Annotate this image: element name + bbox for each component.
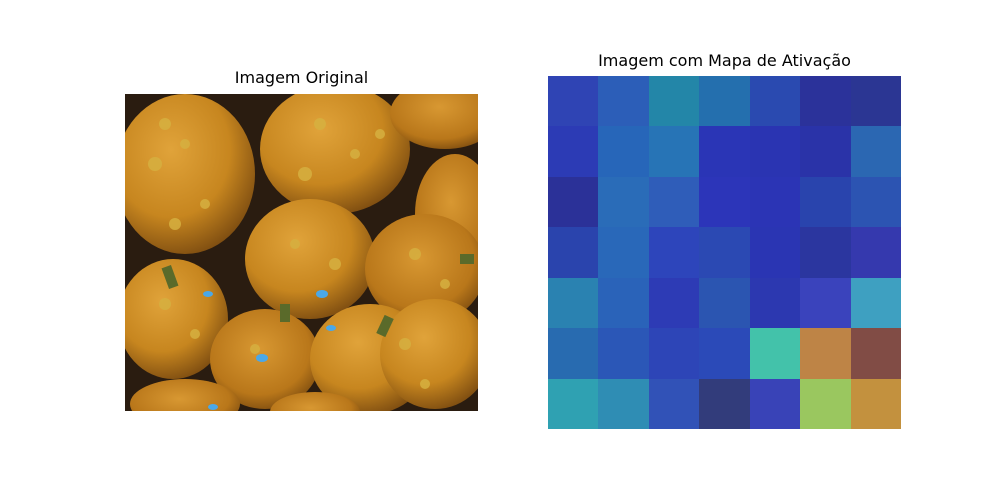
- heatmap-cell: [548, 126, 599, 177]
- heatmap-cell: [648, 328, 700, 379]
- heatmap-cell: [800, 126, 851, 177]
- heatmap-cell: [699, 378, 750, 429]
- heatmap-cell: [749, 378, 801, 429]
- heatmap-cell: [648, 378, 700, 429]
- heatmap-cell: [749, 76, 801, 127]
- heatmap-cell: [749, 328, 801, 379]
- heatmap-cell: [699, 328, 750, 379]
- heatmap-cell: [800, 76, 851, 127]
- heatmap-cell: [699, 126, 750, 177]
- heatmap-cell: [749, 126, 801, 177]
- heatmap-cell: [699, 227, 750, 278]
- heatmap-cell: [598, 126, 649, 177]
- heatmap-cell: [648, 76, 700, 127]
- heatmap-cell: [598, 378, 649, 429]
- heatmap-cell: [699, 176, 750, 228]
- heatmap-cell: [699, 76, 750, 127]
- heatmap-cell: [548, 277, 599, 329]
- heatmap-cell: [648, 176, 700, 228]
- heatmap-cell: [598, 277, 649, 329]
- heatmap-cell: [850, 126, 901, 177]
- heatmap-cell: [850, 76, 901, 127]
- heatmap-cell: [548, 378, 599, 429]
- heatmap-cell: [850, 277, 901, 329]
- heatmap-cell: [598, 227, 649, 278]
- heatmap-cell: [850, 328, 901, 379]
- heatmap-cell: [598, 328, 649, 379]
- heatmap-cell: [648, 227, 700, 278]
- heatmap-cell: [800, 378, 851, 429]
- heatmap-cell: [800, 176, 851, 228]
- heatmap-cell: [548, 328, 599, 379]
- original-image-title: Imagem Original: [234, 68, 369, 87]
- heatmap-cell: [800, 328, 851, 379]
- activation-heatmap: [548, 76, 901, 429]
- activation-map-title: Imagem com Mapa de Ativação: [598, 51, 851, 70]
- heatmap-cell: [800, 227, 851, 278]
- heatmap-cell: [699, 277, 750, 329]
- heatmap-cell: [648, 277, 700, 329]
- heatmap-cell: [749, 176, 801, 228]
- heatmap-cell: [850, 176, 901, 228]
- heatmap-cell: [548, 227, 599, 278]
- heatmap-cell: [850, 378, 901, 429]
- heatmap-cell: [850, 227, 901, 278]
- heatmap-cell: [749, 227, 801, 278]
- heatmap-cell: [800, 277, 851, 329]
- heatmap-cell: [598, 76, 649, 127]
- original-pumpkins-image: [125, 94, 478, 411]
- heatmap-cell: [598, 176, 649, 228]
- heatmap-cell: [548, 76, 599, 127]
- heatmap-cell: [648, 126, 700, 177]
- heatmap-cell: [548, 176, 599, 228]
- heatmap-cell: [749, 277, 801, 329]
